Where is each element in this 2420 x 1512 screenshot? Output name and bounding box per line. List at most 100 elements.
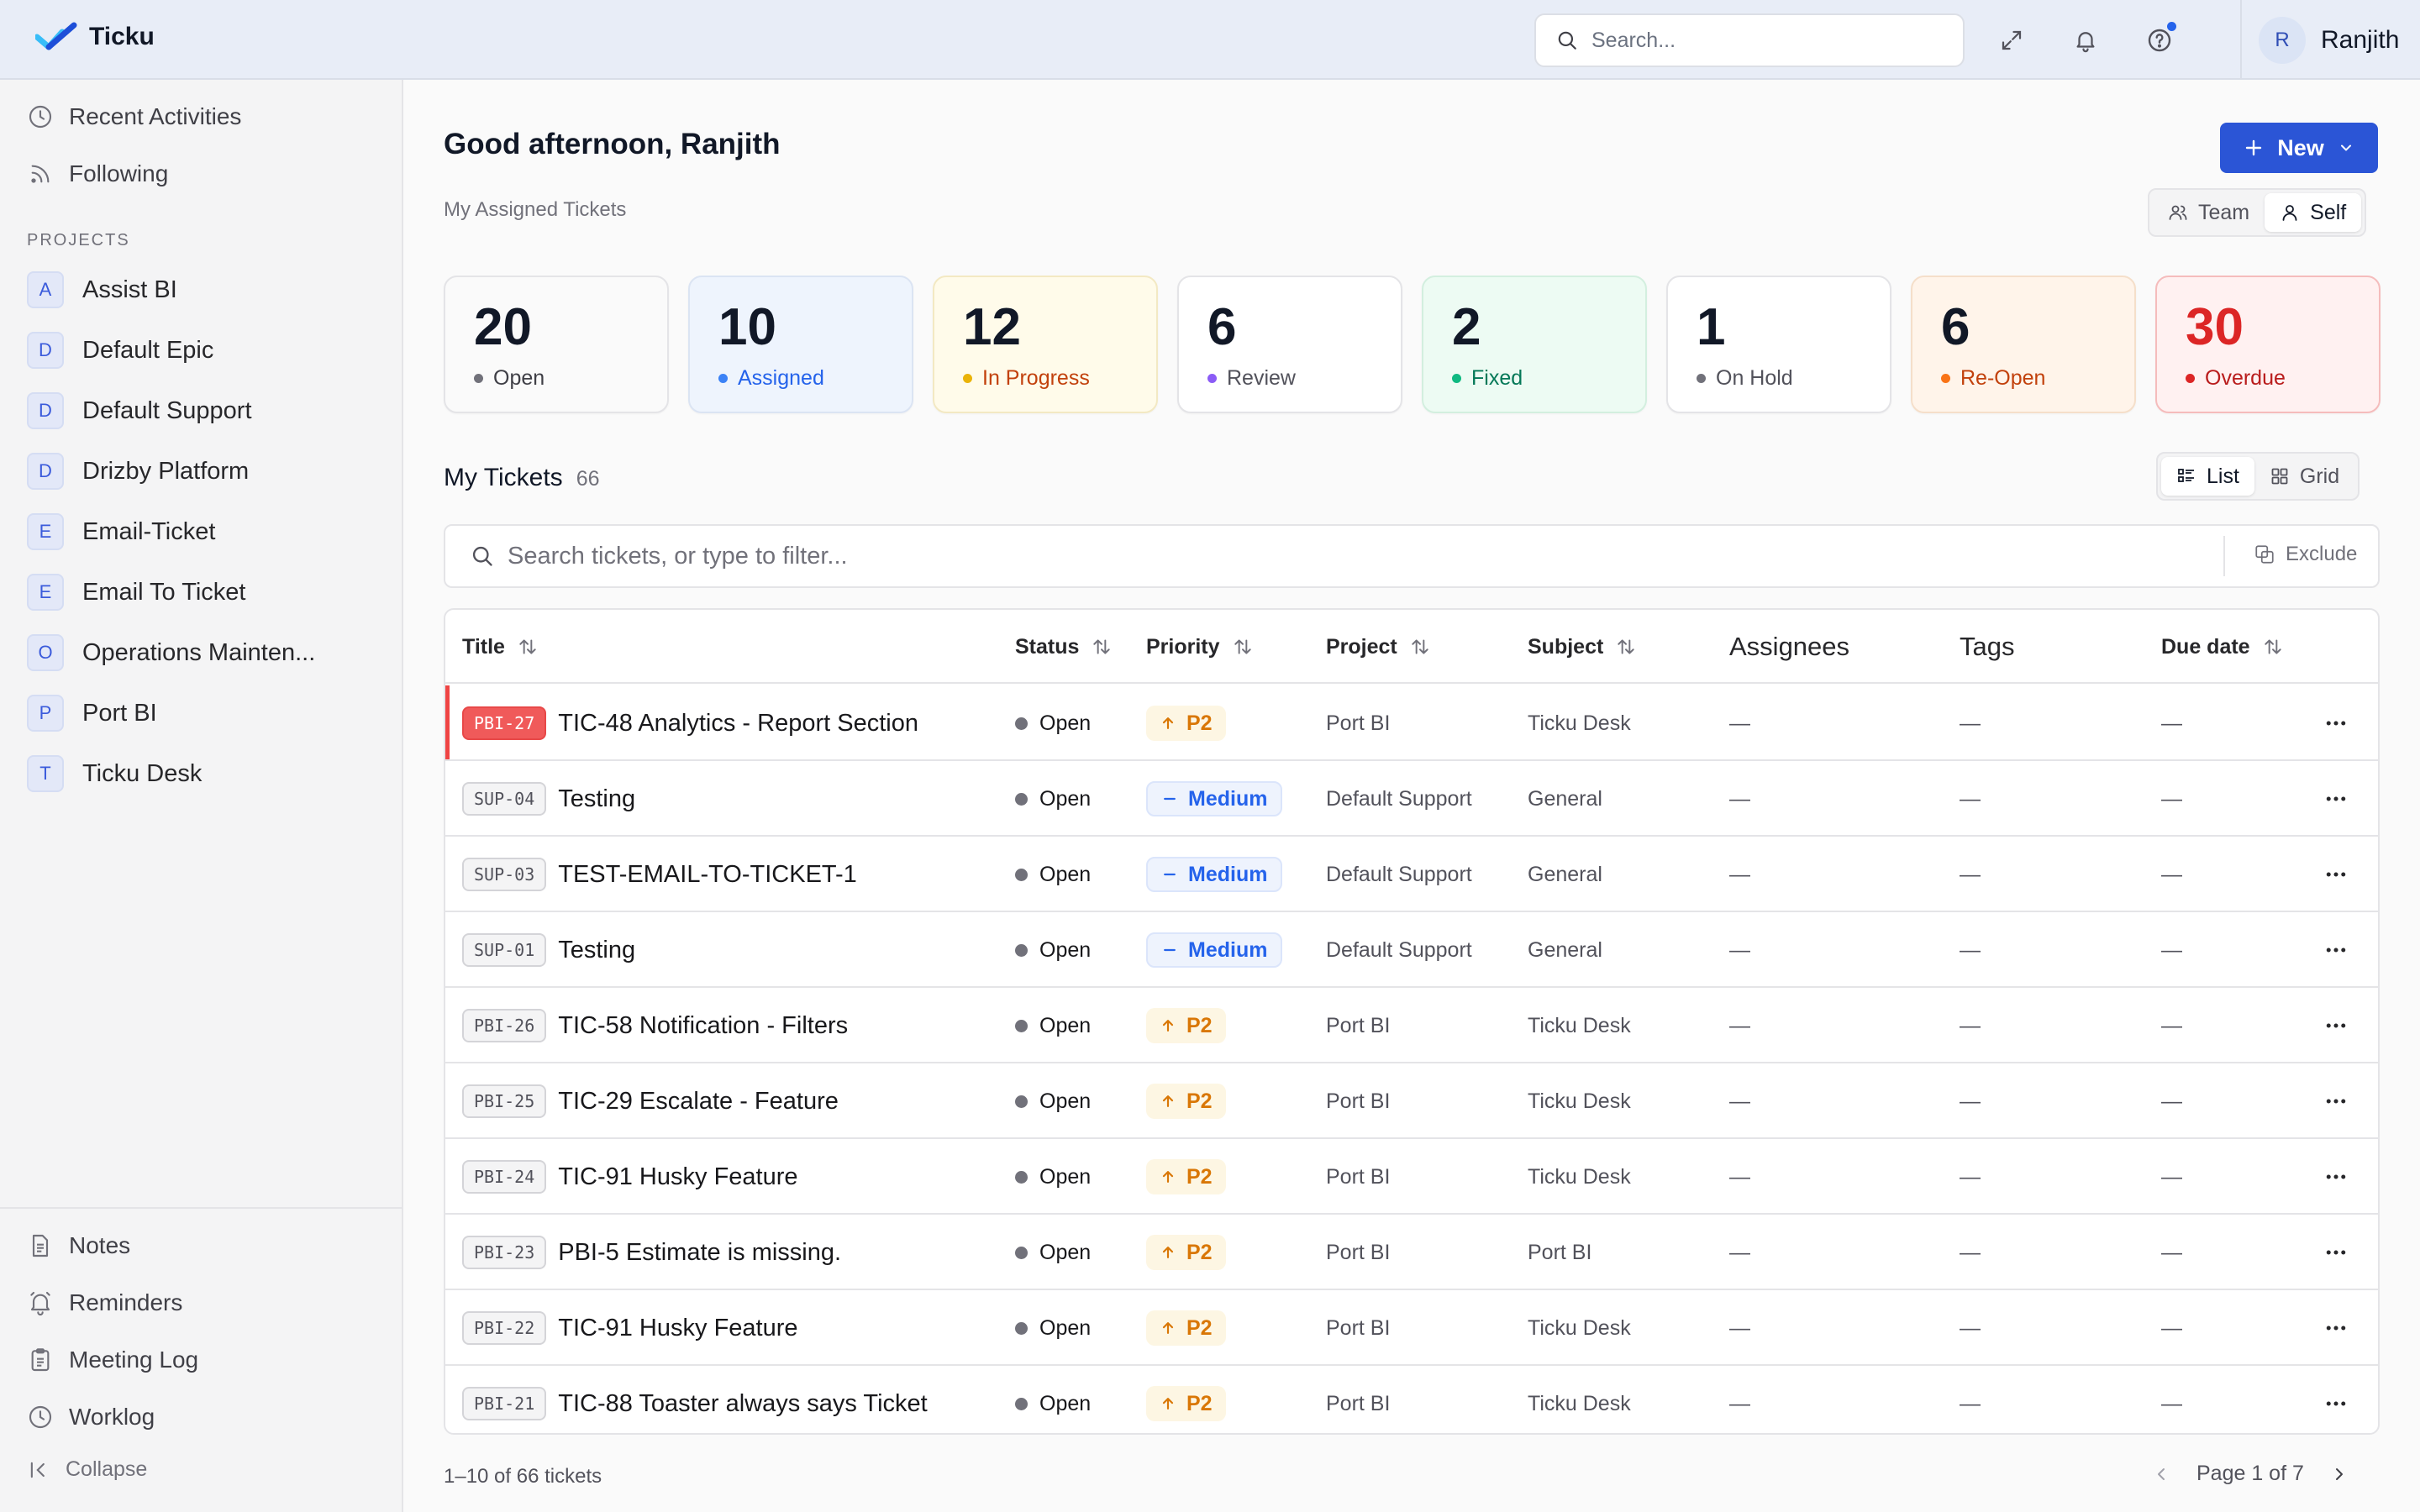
priority-cell[interactable]: Medium	[1146, 761, 1283, 837]
status-cell[interactable]: Open	[1015, 1063, 1091, 1139]
ticket-title-link[interactable]: TIC-48 Analytics - Report Section	[558, 710, 918, 738]
row-actions-button[interactable]	[2319, 761, 2353, 837]
assignees-cell[interactable]: —	[1729, 685, 1750, 761]
priority-cell[interactable]: Medium	[1146, 912, 1283, 988]
table-row[interactable]: PBI-27 TIC-48 Analytics - Report Section O…	[445, 685, 2378, 761]
due-date-cell[interactable]: —	[2161, 912, 2182, 988]
sidebar-item-worklog[interactable]: Worklog	[27, 1404, 155, 1431]
tags-cell[interactable]: —	[1960, 988, 1981, 1063]
assignees-cell[interactable]: —	[1729, 1366, 1750, 1433]
ticket-title-link[interactable]: TIC-91 Husky Feature	[558, 1163, 797, 1191]
priority-cell[interactable]: P2	[1146, 988, 1226, 1063]
priority-cell[interactable]: P2	[1146, 1215, 1226, 1290]
column-header-due-date[interactable]: Due date	[2161, 610, 2284, 684]
assignees-cell[interactable]: —	[1729, 988, 1750, 1063]
status-cell[interactable]: Open	[1015, 1215, 1091, 1290]
table-row[interactable]: PBI-21 TIC-88 Toaster always says Ticket O…	[445, 1366, 2378, 1433]
status-cell[interactable]: Open	[1015, 1139, 1091, 1215]
next-page-button[interactable]	[2329, 1464, 2349, 1484]
due-date-cell[interactable]: —	[2161, 761, 2182, 837]
sidebar-project-operations-maintenance[interactable]: O Operations Mainten...	[27, 634, 315, 671]
stat-card-overdue[interactable]: 30 Overdue	[2155, 276, 2381, 413]
due-date-cell[interactable]: —	[2161, 685, 2182, 761]
sidebar-item-recent-activities[interactable]: Recent Activities	[27, 103, 241, 130]
table-row[interactable]: SUP-01 Testing Open Medium Default Support Ge…	[445, 912, 2378, 988]
table-row[interactable]: PBI-24 TIC-91 Husky Feature Open P2 Port BI T…	[445, 1139, 2378, 1215]
prev-page-button[interactable]	[2151, 1464, 2171, 1484]
ticket-filter-input[interactable]: Search tickets, or type to filter... Exc…	[444, 524, 2380, 588]
priority-cell[interactable]: P2	[1146, 1063, 1226, 1139]
scope-team-button[interactable]: Team	[2153, 193, 2265, 232]
table-row[interactable]: SUP-03 TEST-EMAIL-TO-TICKET-1 Open Medium De…	[445, 837, 2378, 912]
assignees-cell[interactable]: —	[1729, 1290, 1750, 1366]
ticket-title-link[interactable]: Testing	[558, 937, 635, 964]
column-header-status[interactable]: Status	[1015, 610, 1113, 684]
due-date-cell[interactable]: —	[2161, 1290, 2182, 1366]
column-header-project[interactable]: Project	[1326, 610, 1431, 684]
table-row[interactable]: PBI-26 TIC-58 Notification - Filters Open P…	[445, 988, 2378, 1063]
stat-card-fixed[interactable]: 2 Fixed	[1422, 276, 1647, 413]
row-actions-button[interactable]	[2319, 988, 2353, 1063]
sidebar-item-meeting-log[interactable]: Meeting Log	[27, 1347, 198, 1373]
sidebar-project-default-epic[interactable]: D Default Epic	[27, 332, 213, 369]
ticket-title-link[interactable]: TEST-EMAIL-TO-TICKET-1	[558, 861, 857, 889]
collapse-sidebar-button[interactable]: Collapse	[27, 1457, 147, 1482]
due-date-cell[interactable]: —	[2161, 1063, 2182, 1139]
due-date-cell[interactable]: —	[2161, 837, 2182, 912]
tags-cell[interactable]: —	[1960, 1063, 1981, 1139]
due-date-cell[interactable]: —	[2161, 1215, 2182, 1290]
assignees-cell[interactable]: —	[1729, 1215, 1750, 1290]
row-actions-button[interactable]	[2319, 837, 2353, 912]
tags-cell[interactable]: —	[1960, 1366, 1981, 1433]
status-cell[interactable]: Open	[1015, 1290, 1091, 1366]
ticket-title-link[interactable]: TIC-58 Notification - Filters	[558, 1012, 848, 1040]
brand[interactable]: Ticku	[35, 22, 155, 52]
due-date-cell[interactable]: —	[2161, 1366, 2182, 1433]
new-button[interactable]: New	[2220, 123, 2378, 173]
user-menu[interactable]: R Ranjith	[2242, 0, 2420, 80]
global-search-input[interactable]: Search...	[1534, 13, 1965, 67]
sidebar-item-following[interactable]: Following	[27, 160, 168, 187]
priority-cell[interactable]: P2	[1146, 1366, 1226, 1433]
assignees-cell[interactable]: —	[1729, 1063, 1750, 1139]
assignees-cell[interactable]: —	[1729, 761, 1750, 837]
ticket-title-link[interactable]: Testing	[558, 785, 635, 813]
assignees-cell[interactable]: —	[1729, 912, 1750, 988]
status-cell[interactable]: Open	[1015, 837, 1091, 912]
column-header-subject[interactable]: Subject	[1528, 610, 1637, 684]
sidebar-project-email-ticket[interactable]: E Email-Ticket	[27, 513, 215, 550]
row-actions-button[interactable]	[2319, 1366, 2353, 1433]
tags-cell[interactable]: —	[1960, 912, 1981, 988]
ticket-title-link[interactable]: TIC-88 Toaster always says Ticket	[558, 1390, 927, 1418]
table-row[interactable]: PBI-23 PBI-5 Estimate is missing. Open P2 Po…	[445, 1215, 2378, 1290]
row-actions-button[interactable]	[2319, 912, 2353, 988]
row-actions-button[interactable]	[2319, 1215, 2353, 1290]
due-date-cell[interactable]: —	[2161, 1139, 2182, 1215]
assignees-cell[interactable]: —	[1729, 1139, 1750, 1215]
table-row[interactable]: PBI-25 TIC-29 Escalate - Feature Open P2 Por…	[445, 1063, 2378, 1139]
sidebar-project-assist-bi[interactable]: A Assist BI	[27, 271, 177, 308]
tags-cell[interactable]: —	[1960, 685, 1981, 761]
stat-card-re-open[interactable]: 6 Re-Open	[1911, 276, 2136, 413]
sidebar-project-port-bi[interactable]: P Port BI	[27, 695, 157, 732]
stat-card-in-progress[interactable]: 12 In Progress	[933, 276, 1158, 413]
sidebar-project-email-to-ticket[interactable]: E Email To Ticket	[27, 574, 245, 611]
stat-card-review[interactable]: 6 Review	[1177, 276, 1402, 413]
priority-cell[interactable]: P2	[1146, 1290, 1226, 1366]
tags-cell[interactable]: —	[1960, 837, 1981, 912]
status-cell[interactable]: Open	[1015, 1366, 1091, 1433]
stat-card-open[interactable]: 20 Open	[444, 276, 669, 413]
notifications-button[interactable]	[2067, 22, 2104, 59]
exclude-button[interactable]: Exclude	[2254, 543, 2357, 566]
help-button[interactable]	[2141, 22, 2178, 59]
stat-card-on-hold[interactable]: 1 On Hold	[1666, 276, 1891, 413]
table-row[interactable]: SUP-04 Testing Open Medium Default Support Ge…	[445, 761, 2378, 837]
priority-cell[interactable]: P2	[1146, 1139, 1226, 1215]
tags-cell[interactable]: —	[1960, 761, 1981, 837]
tags-cell[interactable]: —	[1960, 1139, 1981, 1215]
view-list-button[interactable]: List	[2161, 457, 2254, 496]
priority-cell[interactable]: P2	[1146, 685, 1226, 761]
row-actions-button[interactable]	[2319, 685, 2353, 761]
status-cell[interactable]: Open	[1015, 761, 1091, 837]
stat-card-assigned[interactable]: 10 Assigned	[688, 276, 913, 413]
